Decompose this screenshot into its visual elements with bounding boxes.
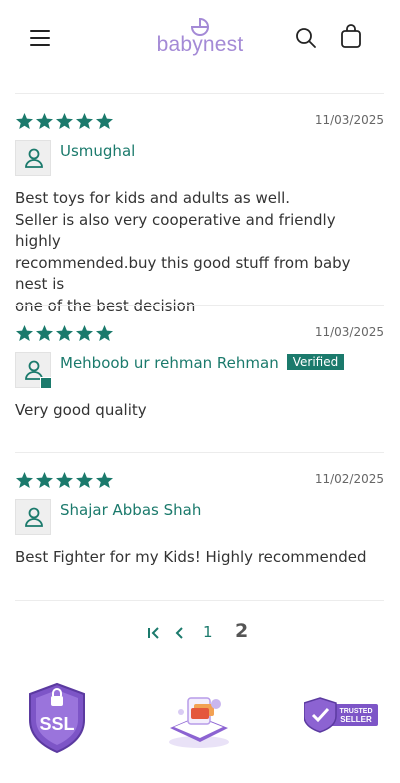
star-icon <box>75 112 94 131</box>
trusted-badge-line1: TRUSTED <box>339 708 372 715</box>
first-page-icon[interactable] <box>146 625 162 641</box>
review-date: 11/03/2025 <box>314 325 384 339</box>
review-item: 11/02/2025 Shajar Abbas Shah Best Fighte… <box>15 452 384 600</box>
page-current-2: 2 <box>235 620 249 642</box>
secure-payment-illustration <box>164 686 234 750</box>
hamburger-menu-icon[interactable] <box>28 26 52 50</box>
star-rating <box>15 471 114 490</box>
review-date: 11/03/2025 <box>314 113 384 127</box>
avatar <box>15 352 57 393</box>
verified-check-icon <box>40 377 57 393</box>
review-body: Best toys for kids and adults as well. S… <box>15 189 351 315</box>
avatar <box>15 499 51 535</box>
brand-logo[interactable]: babynest <box>150 16 250 60</box>
star-icon <box>95 112 114 131</box>
search-icon[interactable] <box>294 26 318 50</box>
star-icon <box>35 112 54 131</box>
star-icon <box>95 324 114 343</box>
star-icon <box>15 112 34 131</box>
star-icon <box>75 324 94 343</box>
trusted-badge-line2: SELLER <box>340 715 372 724</box>
cart-icon[interactable] <box>338 24 364 50</box>
avatar <box>15 140 51 176</box>
review-author: Shajar Abbas Shah <box>60 501 202 519</box>
review-author: Mehboob ur rehman Rehman Verified <box>60 354 345 372</box>
divider <box>15 600 384 601</box>
pagination: 1 2 <box>0 620 400 646</box>
verified-badge: Verified <box>286 354 345 370</box>
star-icon <box>35 324 54 343</box>
star-icon <box>55 471 74 490</box>
header: babynest <box>0 0 400 78</box>
star-icon <box>15 324 34 343</box>
star-rating <box>15 112 114 131</box>
review-item: 11/03/2025 Usmughal Best toys for kids a… <box>15 93 384 315</box>
review-body: Very good quality <box>15 401 147 419</box>
brand-name: babynest <box>156 33 244 56</box>
star-icon <box>55 112 74 131</box>
star-icon <box>75 471 94 490</box>
star-icon <box>35 471 54 490</box>
review-body: Best Fighter for my Kids! Highly recomme… <box>15 548 367 566</box>
star-icon <box>15 471 34 490</box>
previous-page-icon[interactable] <box>172 625 188 641</box>
review-item: 11/03/2025 Mehboob ur rehman Rehman Verif… <box>15 305 384 452</box>
ssl-badge: SSL <box>26 682 88 754</box>
trust-badges: SSL TRUSTED SELLER <box>0 680 400 760</box>
star-icon <box>55 324 74 343</box>
page-link-1[interactable]: 1 <box>203 623 213 641</box>
star-rating <box>15 324 114 343</box>
review-author: Usmughal <box>60 142 136 160</box>
ssl-badge-label: SSL <box>39 714 74 734</box>
user-icon <box>25 148 43 168</box>
user-icon <box>25 507 43 527</box>
trusted-seller-badge: TRUSTED SELLER <box>303 696 380 734</box>
star-icon <box>95 471 114 490</box>
review-date: 11/02/2025 <box>314 472 384 486</box>
